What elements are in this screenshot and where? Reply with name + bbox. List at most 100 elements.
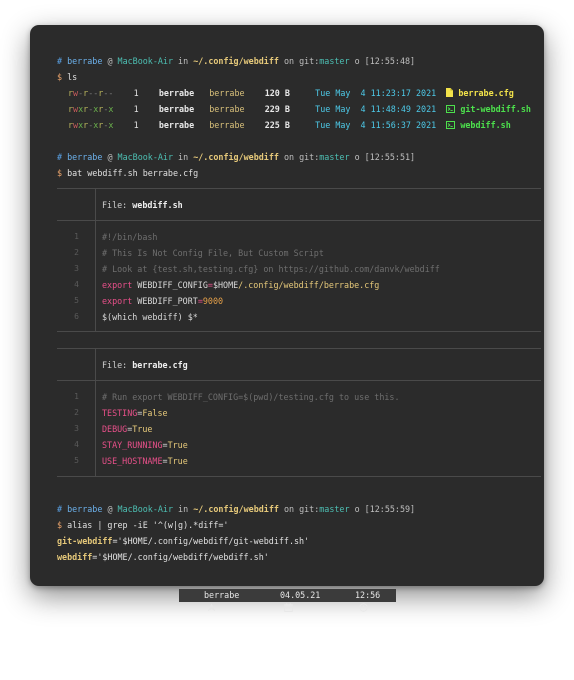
file-date: Tue May 4 11:56:37 2021 (315, 120, 437, 130)
prompt-git-status: o (354, 152, 360, 162)
code-line: USE_HOSTNAME=True (102, 456, 188, 466)
prompt-in: in (178, 56, 189, 66)
file-owner: berrabe (158, 120, 195, 130)
line-number: 6 (74, 312, 79, 321)
prompt-hash: # (57, 56, 63, 66)
prompt-at: @ (107, 152, 113, 162)
file-group: berrabe (209, 104, 245, 114)
prompt-dollar: $ (57, 168, 63, 178)
line-number: 1 (74, 232, 79, 241)
prompt-git-label: git: (299, 56, 320, 66)
link-count: 1 (133, 104, 139, 114)
bat-gutter-divider (95, 348, 96, 476)
prompt-user: berrabe (67, 504, 103, 514)
command-line[interactable]: $ alias | grep -iE '^(w|g).*diff=' (57, 520, 228, 530)
code-line: STAY_RUNNING=True (102, 440, 188, 450)
prompt-branch: master (319, 56, 350, 66)
line-number: 4 (74, 280, 79, 289)
command-text: ls (67, 72, 78, 82)
prompt-time: [12:55:48] (364, 56, 416, 66)
line-number: 5 (74, 296, 79, 305)
file-icon (446, 88, 454, 98)
status-date: 04.05.21 (280, 590, 321, 600)
bat-divider (57, 348, 541, 349)
prompt-path: ~/.config/webdiff (193, 152, 279, 162)
prompt-on: on (283, 504, 295, 514)
alias-output-line: webdiff='$HOME/.config/webdiff/webdiff.s… (57, 552, 269, 562)
prompt-git-status: o (354, 56, 360, 66)
status-user: berrabe (204, 590, 240, 600)
file-permissions: rw-r--r-- (68, 88, 114, 98)
code-line: export WEBDIFF_PORT=9000 (102, 296, 224, 306)
link-count: 1 (133, 88, 139, 98)
ls-row: rwxr-xr-x 1 berrabe berrabe 225 B Tue Ma… (68, 120, 511, 130)
code-line: # Run export WEBDIFF_CONFIG=$(pwd)/testi… (102, 392, 400, 402)
bat-divider (57, 331, 541, 332)
file-group: berrabe (209, 120, 245, 130)
prompt-path: ~/.config/webdiff (193, 56, 279, 66)
line-number: 4 (74, 440, 79, 449)
prompt-git-label: git: (299, 504, 320, 514)
line-number: 3 (74, 264, 79, 273)
bat-gutter-divider (95, 188, 96, 331)
shell-prompt: # berrabe @ MacBook-Air in ~/.config/web… (57, 56, 415, 66)
file-permissions: rwxr-xr-x (68, 120, 114, 130)
file-name[interactable]: berrabe.cfg (458, 88, 513, 98)
prompt-host: MacBook-Air (117, 56, 173, 66)
status-bar: berrabe 04.05.21 12:56 (179, 589, 396, 612)
line-number: 1 (74, 392, 79, 401)
prompt-git-status: o (354, 504, 360, 514)
prompt-at: @ (107, 504, 113, 514)
line-number: 3 (74, 424, 79, 433)
prompt-branch: master (319, 152, 350, 162)
prompt-in: in (178, 152, 189, 162)
prompt-user: berrabe (67, 56, 103, 66)
status-time: 12:56 (355, 590, 381, 600)
bat-divider (57, 220, 541, 221)
file-date: Tue May 4 11:48:49 2021 (315, 104, 437, 114)
file-label: File: (102, 360, 133, 370)
bat-divider (57, 476, 541, 477)
file-size: 229 B (264, 104, 290, 114)
prompt-dollar: $ (57, 72, 63, 82)
command-line[interactable]: $ bat webdiff.sh berrabe.cfg (57, 168, 198, 178)
alias-output-line: git-webdiff='$HOME/.config/webdiff/git-w… (57, 536, 309, 546)
prompt-branch: master (319, 504, 350, 514)
code-line: # This Is Not Config File, But Custom Sc… (102, 248, 324, 258)
prompt-hash: # (57, 504, 63, 514)
file-date: Tue May 4 11:23:17 2021 (315, 88, 437, 98)
terminal-icon (446, 120, 456, 130)
prompt-host: MacBook-Air (117, 152, 173, 162)
link-count: 1 (133, 120, 139, 130)
command-line[interactable]: $ ls (57, 72, 77, 82)
line-number: 2 (74, 408, 79, 417)
file-name[interactable]: git-webdiff.sh (460, 104, 531, 114)
alias-name: git-webdiff (57, 536, 113, 546)
prompt-user: berrabe (67, 152, 103, 162)
shell-prompt: # berrabe @ MacBook-Air in ~/.config/web… (57, 504, 415, 514)
bat-divider (57, 380, 541, 381)
line-number: 2 (74, 248, 79, 257)
code-line: $(which webdiff) $* (102, 312, 198, 322)
prompt-host: MacBook-Air (117, 504, 173, 514)
code-line: TESTING=False (102, 408, 168, 418)
code-line: DEBUG=True (102, 424, 153, 434)
alias-value: ='$HOME/.config/webdiff/webdiff.sh' (92, 552, 269, 562)
ls-row: rwxr-xr-x 1 berrabe berrabe 229 B Tue Ma… (68, 104, 531, 114)
code-line: # Look at {test.sh,testing.cfg} on https… (102, 264, 440, 274)
prompt-in: in (178, 504, 189, 514)
prompt-at: @ (107, 56, 113, 66)
file-name: berrabe.cfg (132, 360, 188, 370)
file-group: berrabe (209, 88, 245, 98)
bat-file-header: File: berrabe.cfg (102, 360, 188, 370)
code-line: export WEBDIFF_CONFIG=$HOME/.config/webd… (102, 280, 380, 290)
file-owner: berrabe (158, 88, 195, 98)
terminal-window[interactable]: # berrabe @ MacBook-Air in ~/.config/web… (30, 25, 544, 586)
ls-row: rw-r--r-- 1 berrabe berrabe 120 B Tue Ma… (68, 88, 514, 98)
prompt-time: [12:55:51] (364, 152, 416, 162)
alias-value: ='$HOME/.config/webdiff/git-webdiff.sh' (112, 536, 310, 546)
command-text: alias | grep -iE '^(w|g).*diff=' (67, 520, 229, 530)
shell-prompt: # berrabe @ MacBook-Air in ~/.config/web… (57, 152, 415, 162)
file-name[interactable]: webdiff.sh (460, 120, 510, 130)
file-size: 225 B (264, 120, 290, 130)
